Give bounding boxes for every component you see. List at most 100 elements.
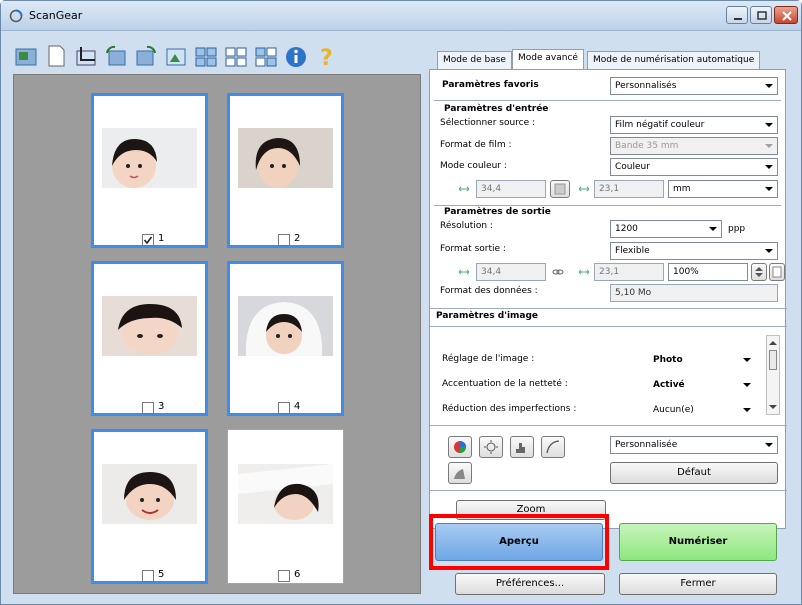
film-format-label: Format de film : — [440, 140, 512, 150]
settings-pane: Mode de base Mode avancé Mode de numéris… — [429, 49, 791, 601]
tab-auto-scan-mode[interactable]: Mode de numérisation automatique — [587, 51, 761, 70]
tab-advanced-mode[interactable]: Mode avancé — [512, 49, 584, 70]
rotate-left-icon[interactable] — [103, 43, 129, 69]
unit-dropdown[interactable]: mm — [668, 180, 778, 198]
resolution-dropdown[interactable]: 1200 — [610, 220, 722, 238]
film-frame-photo — [238, 128, 333, 188]
new-page-icon[interactable] — [43, 43, 69, 69]
scale-stepper[interactable] — [751, 263, 767, 281]
brightness-contrast-button[interactable] — [479, 436, 503, 458]
minimize-icon — [734, 18, 742, 20]
histogram-button[interactable] — [510, 436, 534, 458]
favorites-dropdown[interactable]: Personnalisés — [610, 77, 778, 95]
output-settings-title: Paramètres de sortie — [444, 207, 551, 217]
scroll-down-icon — [769, 405, 777, 409]
scangear-window: ScanGear ? 1 2 3 4 5 6 Mode de base Mode… — [0, 0, 802, 605]
output-settings-button[interactable] — [769, 263, 785, 281]
dust-reduction-label: Réduction des imperfections : — [442, 404, 577, 414]
chevron-down-icon — [709, 227, 717, 231]
scale-field[interactable]: 100% — [668, 263, 748, 281]
thumbnail-checkbox-6[interactable] — [278, 570, 290, 582]
color-balance-button[interactable] — [448, 436, 472, 458]
title-bar: ScanGear — [1, 1, 801, 31]
default-button[interactable]: Défaut — [610, 462, 778, 484]
thumbnail-frame-4[interactable]: 4 — [227, 261, 344, 416]
data-size-label: Format des données : — [440, 286, 538, 296]
divider — [430, 326, 787, 327]
output-size-value: Flexible — [615, 246, 650, 256]
minimize-button[interactable] — [726, 6, 748, 24]
film-frame-photo — [238, 464, 333, 524]
svg-text:?: ? — [320, 46, 333, 69]
thumbnail-frame-1[interactable]: 1 — [91, 93, 208, 248]
thumbnail-checkbox-4[interactable] — [278, 402, 290, 414]
tone-curve-icon — [546, 440, 560, 454]
film-format-value: Bande 35 mm — [615, 141, 679, 151]
info-icon[interactable] — [283, 43, 309, 69]
multi-crop-icon[interactable] — [253, 43, 279, 69]
close-button[interactable]: Fermer — [619, 573, 777, 595]
divider — [430, 490, 787, 491]
color-preset-dropdown[interactable]: Personnalisée — [610, 436, 778, 454]
source-dropdown[interactable]: Film négatif couleur — [610, 116, 778, 134]
scroll-up-icon — [769, 341, 777, 345]
thumbnail-checkbox-1[interactable] — [142, 234, 154, 246]
advanced-mode-panel: Paramètres favoris Personnalisés Paramèt… — [429, 69, 787, 529]
image-settings-scrollbar[interactable] — [766, 335, 780, 415]
scan-button[interactable]: Numériser — [619, 523, 777, 561]
scroll-thumb[interactable] — [769, 350, 777, 370]
close-icon — [782, 11, 792, 21]
image-adjust-dropdown[interactable]: Photo — [648, 351, 756, 369]
select-all-icon[interactable] — [193, 43, 219, 69]
chevron-down-icon — [765, 144, 773, 148]
tab-basic-mode[interactable]: Mode de base — [437, 51, 512, 70]
preferences-button[interactable]: Préférences... — [455, 573, 605, 595]
link-icon — [552, 269, 564, 275]
unit-value: mm — [673, 184, 691, 194]
film-format-dropdown: Bande 35 mm — [610, 137, 778, 155]
crop-icon[interactable] — [73, 43, 99, 69]
output-height-icon — [578, 269, 590, 275]
thumbnail-checkbox-3[interactable] — [142, 402, 154, 414]
thumbnail-frame-2[interactable]: 2 — [227, 93, 344, 248]
maximize-button[interactable] — [750, 6, 772, 24]
close-window-button[interactable] — [774, 6, 798, 24]
thumbnail-view-icon[interactable] — [13, 43, 39, 69]
rotate-right-icon[interactable] — [133, 43, 159, 69]
divider — [430, 425, 787, 426]
help-icon[interactable]: ? — [313, 43, 339, 69]
chevron-down-icon — [765, 187, 773, 191]
output-size-dropdown[interactable]: Flexible — [610, 242, 778, 260]
color-preset-value: Personnalisée — [615, 440, 678, 450]
resolution-value: 1200 — [615, 224, 638, 234]
thumbnail-pane: 1 2 3 4 5 6 — [13, 74, 421, 594]
deselect-all-icon[interactable] — [223, 43, 249, 69]
thumbnail-frame-3[interactable]: 3 — [91, 261, 208, 416]
tone-curve-button[interactable] — [541, 436, 565, 458]
toolbar: ? — [13, 37, 423, 73]
sharpening-value: Activé — [653, 380, 685, 390]
threshold-button[interactable] — [448, 462, 472, 484]
input-width-field: 34,4 — [476, 180, 546, 198]
highlight-frame — [429, 514, 609, 570]
thumbnail-checkbox-5[interactable] — [142, 570, 154, 582]
width-icon — [458, 186, 470, 192]
output-width-icon — [458, 269, 470, 275]
chevron-down-icon — [743, 358, 751, 362]
thumbnail-label: 5 — [158, 569, 165, 580]
favorites-label: Paramètres favoris — [442, 80, 539, 90]
sharpening-dropdown[interactable]: Activé — [648, 376, 756, 394]
thumbnail-checkbox-2[interactable] — [278, 234, 290, 246]
chevron-down-icon — [765, 165, 773, 169]
thumbnail-frame-5[interactable]: 5 — [91, 429, 208, 584]
chevron-down-icon — [743, 408, 751, 412]
auto-crop-icon[interactable] — [163, 43, 189, 69]
maximize-icon — [757, 11, 767, 20]
color-mode-dropdown[interactable]: Couleur — [610, 158, 778, 176]
dust-reduction-dropdown[interactable]: Aucun(e) — [648, 401, 756, 419]
thumbnail-label: 2 — [294, 233, 301, 244]
swap-icon — [554, 183, 566, 195]
thumbnail-frame-6[interactable]: 6 — [227, 429, 344, 584]
output-height-field: 23,1 — [594, 263, 664, 281]
spin-arrows-icon — [755, 267, 763, 277]
